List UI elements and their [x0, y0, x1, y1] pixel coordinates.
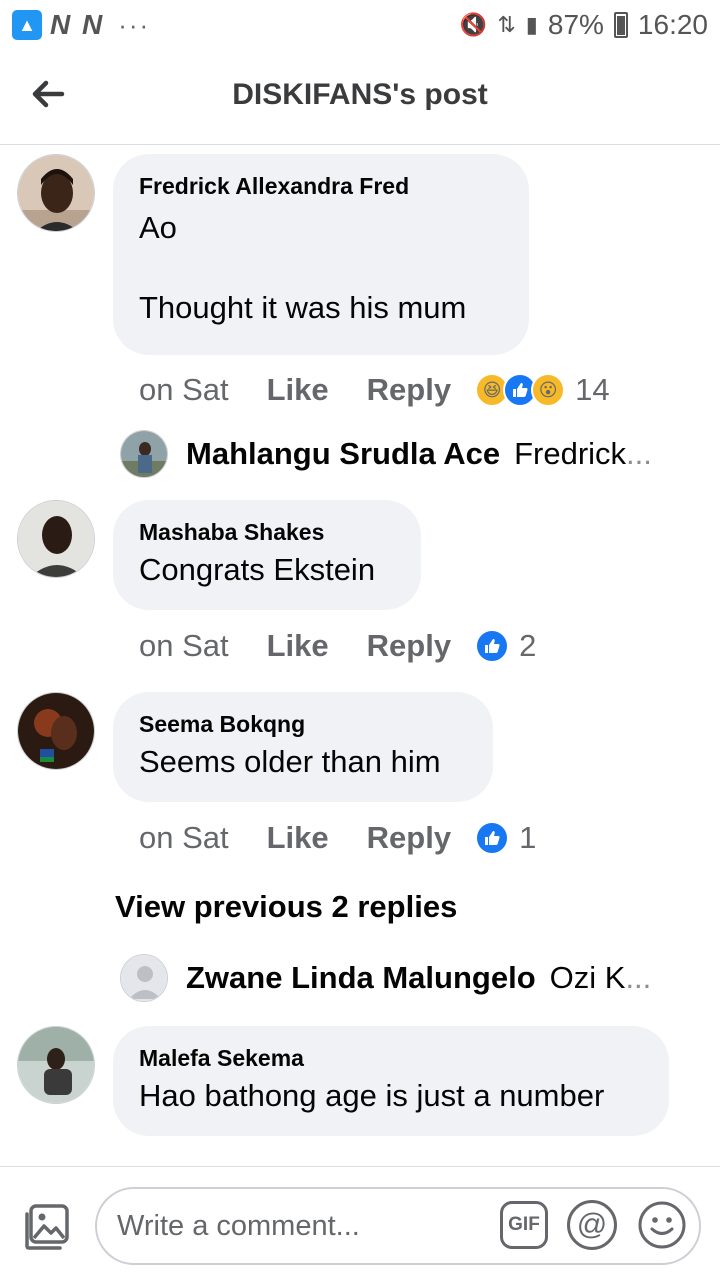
page-title: DISKIFANS's post: [232, 78, 488, 111]
comment-input[interactable]: [117, 1209, 477, 1243]
avatar[interactable]: [17, 154, 95, 232]
comment-composer: GIF @: [0, 1166, 720, 1280]
mute-icon: 🔇: [459, 12, 488, 37]
notification-icons: N N: [50, 9, 105, 40]
data-h-icon: ⇅: [497, 12, 516, 37]
comment-time[interactable]: on Sat: [139, 372, 229, 408]
comment-text: Congrats Ekstein: [139, 552, 376, 587]
comment-author[interactable]: Mashaba Shakes: [139, 518, 395, 546]
comment-bubble[interactable]: Malefa Sekema Hao bathong age is just a …: [113, 1026, 669, 1136]
comment-bubble[interactable]: Fredrick Allexandra Fred Ao Thought it w…: [113, 154, 529, 355]
reply-preview[interactable]: Zwane Linda Malungelo Ozi K...: [120, 954, 680, 1002]
like-icon: [475, 629, 510, 663]
comment-author[interactable]: Seema Bokqng: [139, 710, 467, 738]
reply-button[interactable]: Reply: [367, 372, 451, 408]
reaction-summary[interactable]: 😆 😮: [475, 373, 566, 407]
more-notifications-icon: ···: [118, 9, 151, 40]
reply-button[interactable]: Reply: [367, 820, 451, 856]
default-avatar-icon: [120, 954, 168, 1002]
gif-button[interactable]: GIF: [500, 1201, 548, 1249]
like-button[interactable]: Like: [267, 820, 329, 856]
reply-snippet: Fredrick...: [514, 436, 652, 471]
comment-text: Seems older than him: [139, 744, 441, 779]
mention-button[interactable]: @: [567, 1200, 617, 1250]
comment-author[interactable]: Fredrick Allexandra Fred: [139, 172, 503, 200]
signal-icon: ▮: [525, 12, 538, 37]
avatar[interactable]: [17, 1026, 95, 1104]
reaction-summary[interactable]: [475, 821, 510, 855]
reaction-count[interactable]: 1: [519, 820, 536, 856]
reply-avatar: [120, 430, 168, 478]
avatar[interactable]: [17, 500, 95, 578]
reply-author: Zwane Linda Malungelo: [186, 960, 536, 995]
comment-text: Hao bathong age is just a number: [139, 1078, 605, 1113]
reply-author: Mahlangu Srudla Ace: [186, 436, 501, 471]
reaction-count[interactable]: 2: [519, 628, 536, 664]
reaction-summary[interactable]: [475, 629, 510, 663]
battery-icon: [613, 12, 628, 38]
comment-text: Ao Thought it was his mum: [139, 210, 467, 325]
avatar[interactable]: [17, 692, 95, 770]
battery-percent: 87%: [547, 9, 604, 40]
comment-actions: on Sat Like Reply 2: [139, 628, 536, 664]
comment-time[interactable]: on Sat: [139, 628, 229, 664]
comment-input-box[interactable]: GIF @: [95, 1187, 701, 1265]
reply-snippet: Ozi K...: [549, 960, 652, 995]
comment-actions: on Sat Like Reply 😆 😮 14: [139, 372, 610, 408]
post-header: DISKIFANS's post: [0, 50, 720, 145]
reply-button[interactable]: Reply: [367, 628, 451, 664]
like-icon: [475, 821, 510, 855]
reply-preview[interactable]: Mahlangu Srudla Ace Fredrick...: [120, 430, 680, 478]
comment-time[interactable]: on Sat: [139, 820, 229, 856]
comment-list[interactable]: Fredrick Allexandra Fred Ao Thought it w…: [0, 146, 720, 1166]
rocket-app-icon: ▲: [12, 10, 42, 40]
like-button[interactable]: Like: [267, 628, 329, 664]
photo-icon[interactable]: [22, 1202, 72, 1252]
comment-bubble[interactable]: Mashaba Shakes Congrats Ekstein: [113, 500, 421, 610]
comment-bubble[interactable]: Seema Bokqng Seems older than him: [113, 692, 493, 802]
wow-icon: 😮: [531, 373, 566, 407]
view-previous-replies-link[interactable]: View previous 2 replies: [115, 889, 457, 925]
reaction-count[interactable]: 14: [575, 372, 609, 408]
comment-actions: on Sat Like Reply 1: [139, 820, 536, 856]
like-button[interactable]: Like: [267, 372, 329, 408]
clock: 16:20: [637, 9, 708, 40]
comment-author[interactable]: Malefa Sekema: [139, 1044, 643, 1072]
status-bar: ▲ N N ··· 🔇 ⇅ ▮ 87% 16:20: [0, 0, 720, 50]
emoji-icon[interactable]: [637, 1200, 687, 1250]
